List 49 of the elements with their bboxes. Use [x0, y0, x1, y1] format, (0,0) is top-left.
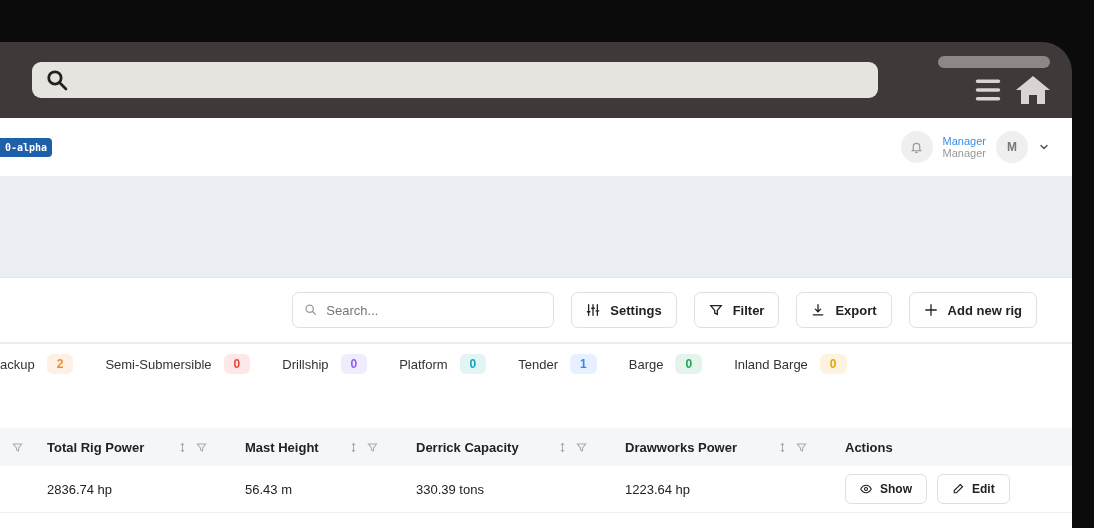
user-role: Manager — [942, 147, 986, 159]
notification-button[interactable] — [900, 131, 933, 163]
table-cell-text: 2836.74 hp — [46, 480, 114, 499]
column-header: Actions — [845, 439, 893, 455]
show-button[interactable]: Show — [845, 474, 927, 504]
column-header: Derrick Capacity — [416, 439, 519, 455]
count-badge: 1 — [570, 354, 597, 374]
settings-button[interactable]: Settings — [571, 292, 677, 328]
add-button[interactable]: Add new rig — [908, 292, 1037, 328]
count-badge: 0 — [223, 354, 251, 374]
table-cell-text: 1223.64 hp — [624, 480, 692, 499]
filter-button[interactable]: Filter — [693, 292, 780, 328]
search-icon — [46, 69, 68, 91]
category-tab[interactable]: ackup 2 — [0, 354, 74, 374]
table-cell-text: 330.39 tons — [415, 480, 485, 499]
filter-icon — [576, 441, 587, 453]
home-icon[interactable] — [1016, 76, 1050, 104]
category-tab[interactable]: Inland Barge 0 — [734, 354, 847, 374]
count-badge: 0 — [675, 354, 703, 374]
eye-icon — [860, 483, 872, 495]
filter-icon — [796, 441, 807, 453]
version-badge: 0-alpha — [0, 137, 53, 157]
pencil-icon — [952, 483, 964, 495]
category-tab[interactable]: Drillship 0 — [282, 354, 368, 374]
column-header: Mast Height — [245, 439, 319, 455]
category-tab[interactable]: Semi-Submersible 0 — [105, 354, 251, 374]
filter-icon — [12, 441, 23, 453]
filter-icon — [708, 303, 723, 317]
filter-icon — [196, 441, 207, 453]
download-icon — [811, 303, 826, 317]
plus-icon — [923, 303, 938, 317]
count-badge: 0 — [340, 354, 368, 374]
sliders-icon — [586, 303, 601, 317]
table-cell-text: 56.43 m — [244, 480, 293, 499]
user-name: Manager — [942, 135, 986, 147]
column-header: Total Rig Power — [47, 439, 145, 455]
category-tab[interactable]: Platform 0 — [399, 354, 487, 374]
category-tab[interactable]: Barge 0 — [628, 354, 703, 374]
avatar[interactable]: M — [996, 131, 1028, 163]
search-field[interactable]: Search... — [292, 292, 555, 328]
edit-button[interactable]: Edit — [937, 474, 1010, 504]
count-badge: 0 — [819, 354, 847, 374]
filter-icon — [367, 441, 378, 453]
bell-icon — [910, 140, 924, 154]
count-badge: 2 — [46, 354, 74, 374]
count-badge: 0 — [459, 354, 487, 374]
column-header: Drawworks Power — [625, 439, 737, 455]
export-button[interactable]: Export — [796, 292, 892, 328]
category-tab[interactable]: Tender 1 — [518, 354, 597, 374]
